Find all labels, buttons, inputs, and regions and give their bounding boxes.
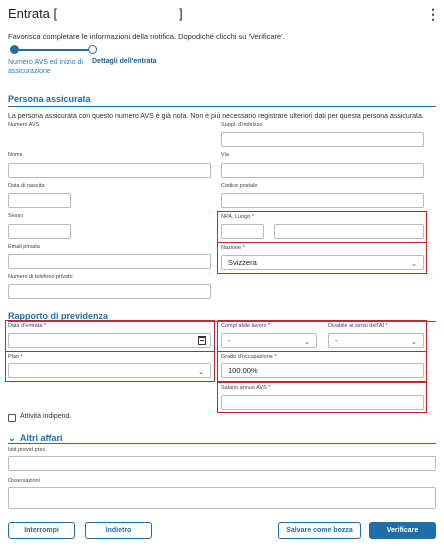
chevron-down-icon: ⌄ [411,261,417,268]
numero-avs-label: Numero AVS [8,122,40,128]
istit-label: Istit.previd.prec. [8,447,47,453]
stepper-step2-label: Dettagli dell'entrata [92,58,157,65]
stepper-line [14,49,92,51]
section-altri-title[interactable]: Altri affari [20,433,63,443]
npa-input[interactable] [221,224,264,239]
salario-input[interactable] [221,395,424,410]
salario-label: Salario annuo AVS * [221,385,271,391]
sesso-input[interactable] [8,224,71,239]
verificare-button[interactable]: Verificare [369,522,436,539]
nome-label: Nome [8,152,23,158]
stepper-step1-dot[interactable] [10,45,19,54]
nome-input[interactable] [8,163,211,178]
istit-input[interactable] [8,456,436,471]
grado-label: Grado d'occupazione * [221,354,277,360]
interrompi-button[interactable]: Interrompi [8,522,75,539]
data-nascita-input[interactable] [8,193,71,208]
codice-postale-label: Codice postale [221,183,258,189]
stepper-step2-circle [88,45,97,54]
osservazioni-textarea[interactable] [8,487,436,509]
telefono-label: Numero di telefono privato [8,274,73,280]
disabile-label: Disabile ai sensi dell'AI * [328,323,388,329]
disabile-value: - [335,336,338,345]
email-label: Email privata [8,244,40,250]
via-label: Via [221,152,229,158]
persona-info-text: La persona assicurata con questo numero … [8,113,424,120]
attivita-checkbox[interactable] [8,414,16,422]
sesso-label: Sesso [8,213,24,219]
data-entrata-label: Data d'entrata * [8,323,47,329]
data-entrata-input[interactable] [8,333,211,348]
nazione-value: Svizzera [228,258,257,267]
codice-postale-input[interactable] [221,193,424,208]
via-input[interactable] [221,163,424,178]
kebab-menu-icon[interactable]: ⋮ [426,6,440,22]
disabile-select[interactable]: - ⌄ [328,333,424,348]
luogo-input[interactable] [274,224,424,239]
chevron-down-icon: ⌄ [198,369,204,376]
section-altri-divider [8,443,436,444]
plan-select[interactable]: ⌄ [8,363,211,378]
plan-label: Plan * [8,354,23,360]
suppl-indirizzo-label: Suppl. d'indirizzo [221,122,263,128]
nazione-label: Nazione * [221,245,245,251]
section-persona-divider [8,106,436,107]
compl-lavoro-value: - [228,336,231,345]
osservazioni-label: Osservazioni [8,478,40,484]
stepper-step1-label[interactable]: Numero AVS ed inizio di assicurazione [8,58,88,76]
telefono-input[interactable] [8,284,211,299]
page-title: Entrata [ [8,6,58,21]
compl-lavoro-select[interactable]: - ⌄ [221,333,317,348]
intro-text: Favorisca completare le informazioni del… [8,32,285,41]
compl-lavoro-label: Compl abile lavoro * [221,323,271,329]
suppl-indirizzo-input[interactable] [221,132,424,147]
grado-value: 100.00% [228,366,258,375]
email-input[interactable] [8,254,211,269]
section-persona-title: Persona assicurata [8,94,91,104]
indietro-button[interactable]: Indietro [85,522,152,539]
grado-input[interactable]: 100.00% [221,363,424,378]
chevron-down-icon: ⌄ [411,339,417,346]
nazione-select[interactable]: Svizzera ⌄ [221,255,424,270]
chevron-down-icon: ⌄ [304,339,310,346]
salvare-bozza-button[interactable]: Salvare come bozza [278,522,361,539]
attivita-label: Attività indipend. [20,413,72,420]
page-title-close: ] [179,6,183,21]
npa-label: NPA, Luogo * [221,214,254,220]
calendar-icon[interactable] [198,336,206,345]
data-nascita-label: Data di nascita [8,183,45,189]
